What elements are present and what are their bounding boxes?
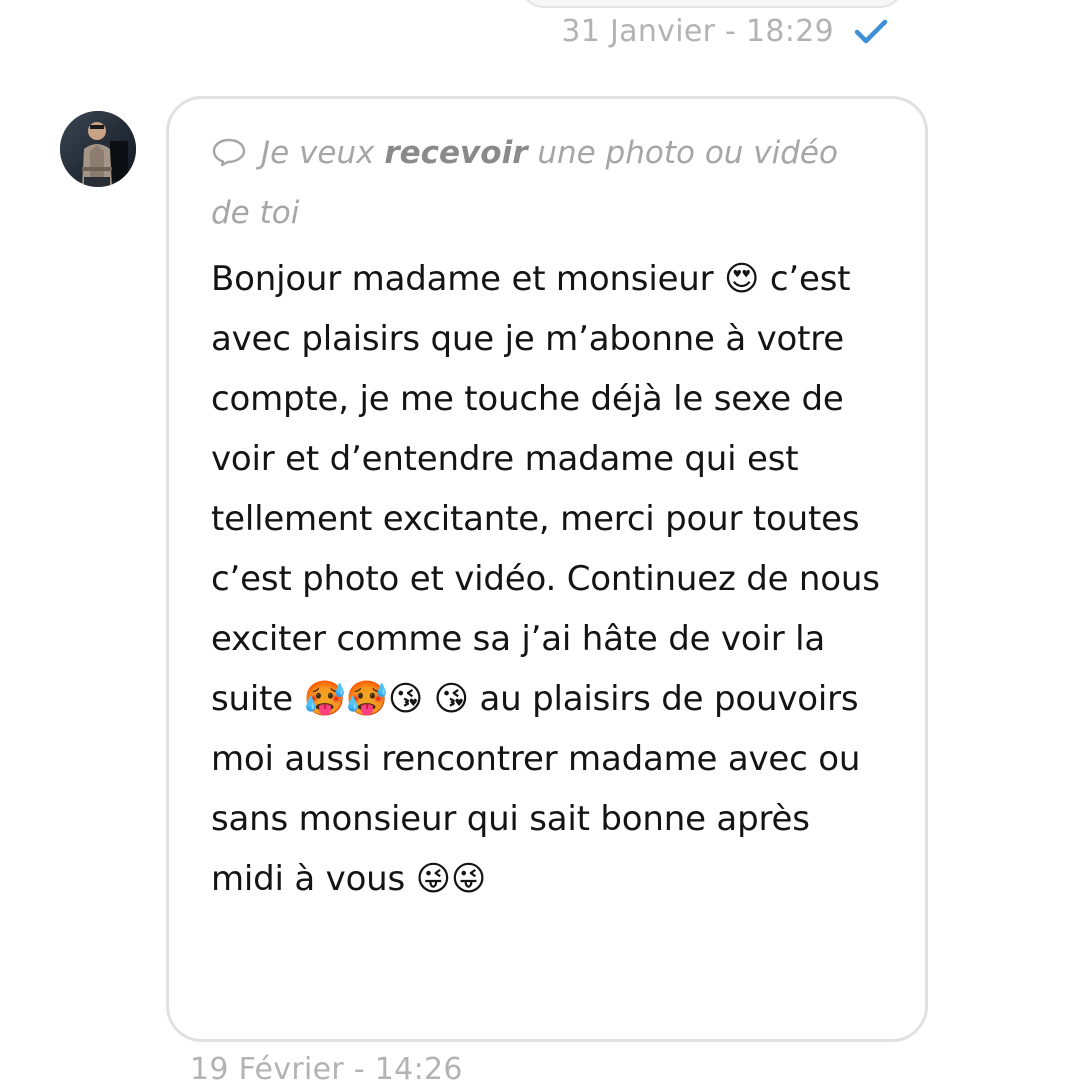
avatar[interactable] <box>60 111 136 187</box>
previous-message-bubble[interactable] <box>520 0 904 8</box>
check-icon <box>854 19 888 43</box>
received-message-bubble[interactable]: Je veux recevoir une photo ou vidéo de t… <box>166 96 928 1042</box>
previous-message-timestamp: 31 Janvier - 18:29 <box>561 14 834 49</box>
request-type-line: Je veux recevoir une photo ou vidéo de t… <box>211 123 885 243</box>
message-text: Bonjour madame et monsieur 😍 c’est avec … <box>211 259 880 899</box>
next-message-meta: 19 Février - 14:26 <box>190 1052 463 1080</box>
request-keyword: recevoir <box>384 135 528 171</box>
previous-message-meta: 31 Janvier - 18:29 <box>561 14 890 49</box>
user-avatar-icon <box>60 111 136 187</box>
chat-bubble-icon <box>212 138 246 167</box>
next-message-timestamp: 19 Février - 14:26 <box>190 1052 463 1080</box>
chat-screen: 31 Janvier - 18:29 Je veux recevoir une … <box>0 0 1080 1080</box>
request-prefix: Je veux <box>261 135 385 171</box>
